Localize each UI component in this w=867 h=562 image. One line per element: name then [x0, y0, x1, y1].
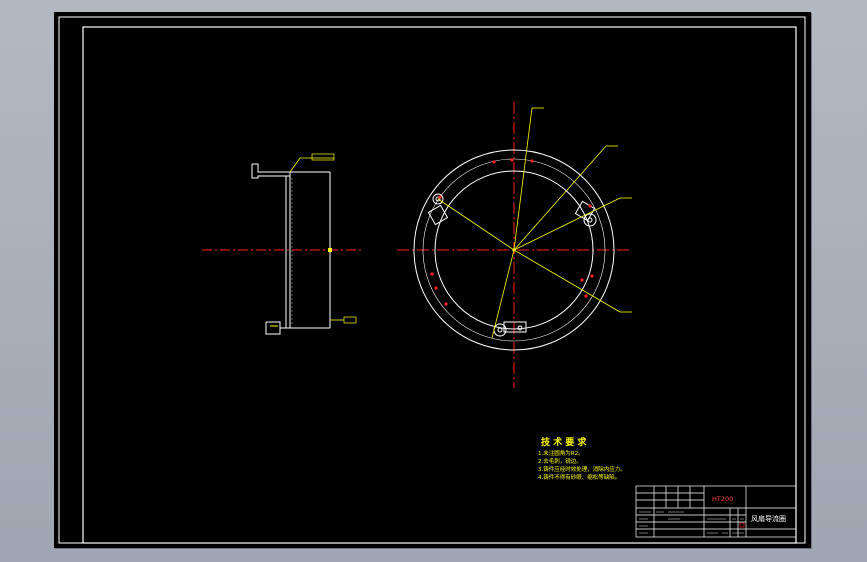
technical-notes: 技 术 要 求 1.未注圆角为R2。 2.去毛刺，锐边。 3.铸件应经时效处理，… [538, 436, 626, 481]
sheet-frames [58, 16, 806, 544]
notes-title: 技 术 要 求 [541, 436, 587, 448]
front-ring-view [397, 102, 632, 388]
outer-frame [58, 16, 806, 544]
note-item: 3.铸件应经时效处理，消除内应力。 [538, 465, 626, 473]
title-block-material: HT200 [712, 495, 733, 503]
bolt-mark [430, 272, 434, 276]
bolt-mark [510, 158, 514, 162]
ring-center [512, 248, 516, 252]
bottom-flange [265, 321, 281, 335]
bolt-mark [434, 286, 438, 290]
drawing-canvas: 技 术 要 求 1.未注圆角为R2。 2.去毛刺，锐边。 3.铸件应经时效处理，… [58, 16, 806, 544]
leader-bottom-box [343, 316, 357, 324]
bolt-mark [444, 302, 448, 306]
bolt-mark [588, 204, 592, 208]
note-item: 4.铸件不得有砂眼、缩松等缺陷。 [538, 473, 620, 481]
note-item: 2.去毛刺，锐边。 [538, 457, 582, 465]
bolt-mark [492, 160, 496, 164]
note-item: 1.未注圆角为R2。 [538, 449, 584, 457]
dimension-leaders [437, 107, 632, 339]
center-mark [328, 248, 332, 252]
top-flange [251, 163, 291, 179]
bolt-mark [530, 159, 534, 163]
inner-frame [82, 26, 797, 544]
lug-left [427, 193, 449, 226]
bolt-mark [584, 294, 588, 298]
title-block-part-name: 风扇导流圈 [751, 514, 786, 523]
side-section-view [202, 153, 364, 335]
bolt-mark [580, 278, 584, 282]
drawing-sheet: 技 术 要 求 1.未注圆角为R2。 2.去毛刺，锐边。 3.铸件应经时效处理，… [54, 12, 811, 548]
bolt-mark [438, 195, 442, 199]
bolt-mark [590, 274, 594, 278]
leader-top-box [311, 153, 335, 161]
title-block [635, 485, 797, 538]
cad-viewport: 技 术 要 求 1.未注圆角为R2。 2.去毛刺，锐边。 3.铸件应经时效处理，… [0, 0, 867, 562]
